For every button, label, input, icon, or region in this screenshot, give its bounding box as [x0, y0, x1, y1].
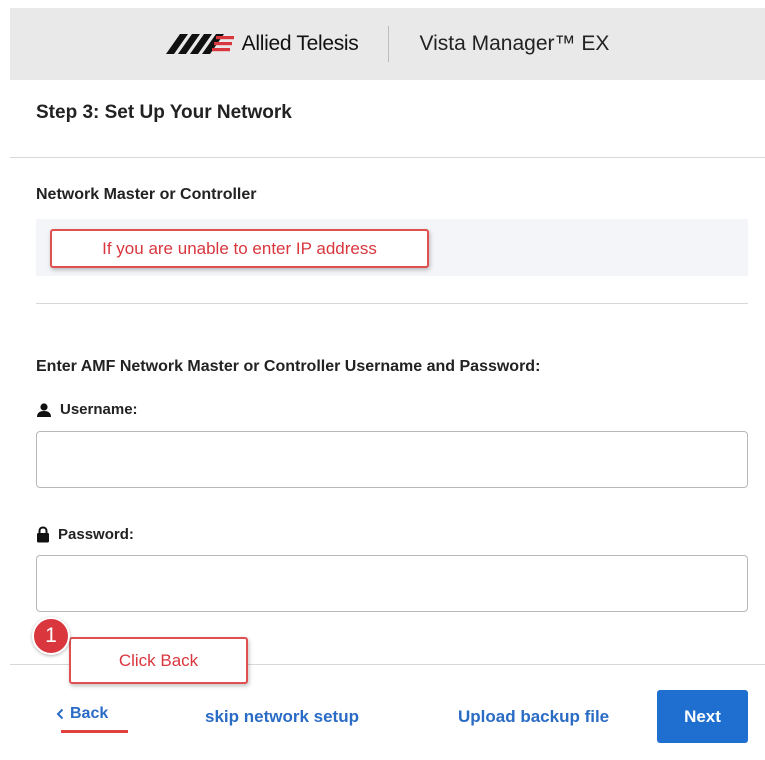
brand: Allied Telesis	[165, 32, 359, 56]
brand-name: Allied Telesis	[241, 32, 359, 55]
header-divider	[388, 26, 390, 62]
step-number-badge: 1	[32, 617, 70, 655]
page-title: Step 3: Set Up Your Network	[36, 102, 292, 123]
username-label: Username:	[36, 401, 138, 418]
username-label-text: Username:	[60, 401, 138, 418]
password-label: Password:	[36, 526, 134, 543]
click-back-annotation: Click Back	[69, 637, 248, 684]
chevron-left-icon	[56, 708, 64, 720]
product-name: Vista Manager™ EX	[419, 32, 610, 55]
network-master-label: Network Master or Controller	[36, 186, 257, 203]
back-link-label: Back	[70, 705, 109, 722]
credentials-heading: Enter AMF Network Master or Controller U…	[36, 358, 541, 375]
divider	[10, 157, 765, 158]
allied-telesis-logo-icon	[165, 34, 234, 54]
back-link[interactable]: Back	[56, 705, 108, 723]
password-input[interactable]	[36, 555, 748, 612]
password-label-text: Password:	[58, 526, 134, 543]
app-header: Allied Telesis Vista Manager™ EX	[10, 8, 765, 80]
ip-address-annotation: If you are unable to enter IP address	[50, 229, 429, 268]
next-button[interactable]: Next	[657, 690, 748, 743]
username-input[interactable]	[36, 431, 748, 488]
upload-backup-file-link[interactable]: Upload backup file	[458, 707, 609, 727]
lock-icon	[37, 526, 49, 543]
divider	[36, 303, 748, 304]
back-highlight-underline	[61, 730, 128, 733]
skip-network-setup-link[interactable]: skip network setup	[205, 707, 359, 727]
user-icon	[37, 402, 51, 417]
